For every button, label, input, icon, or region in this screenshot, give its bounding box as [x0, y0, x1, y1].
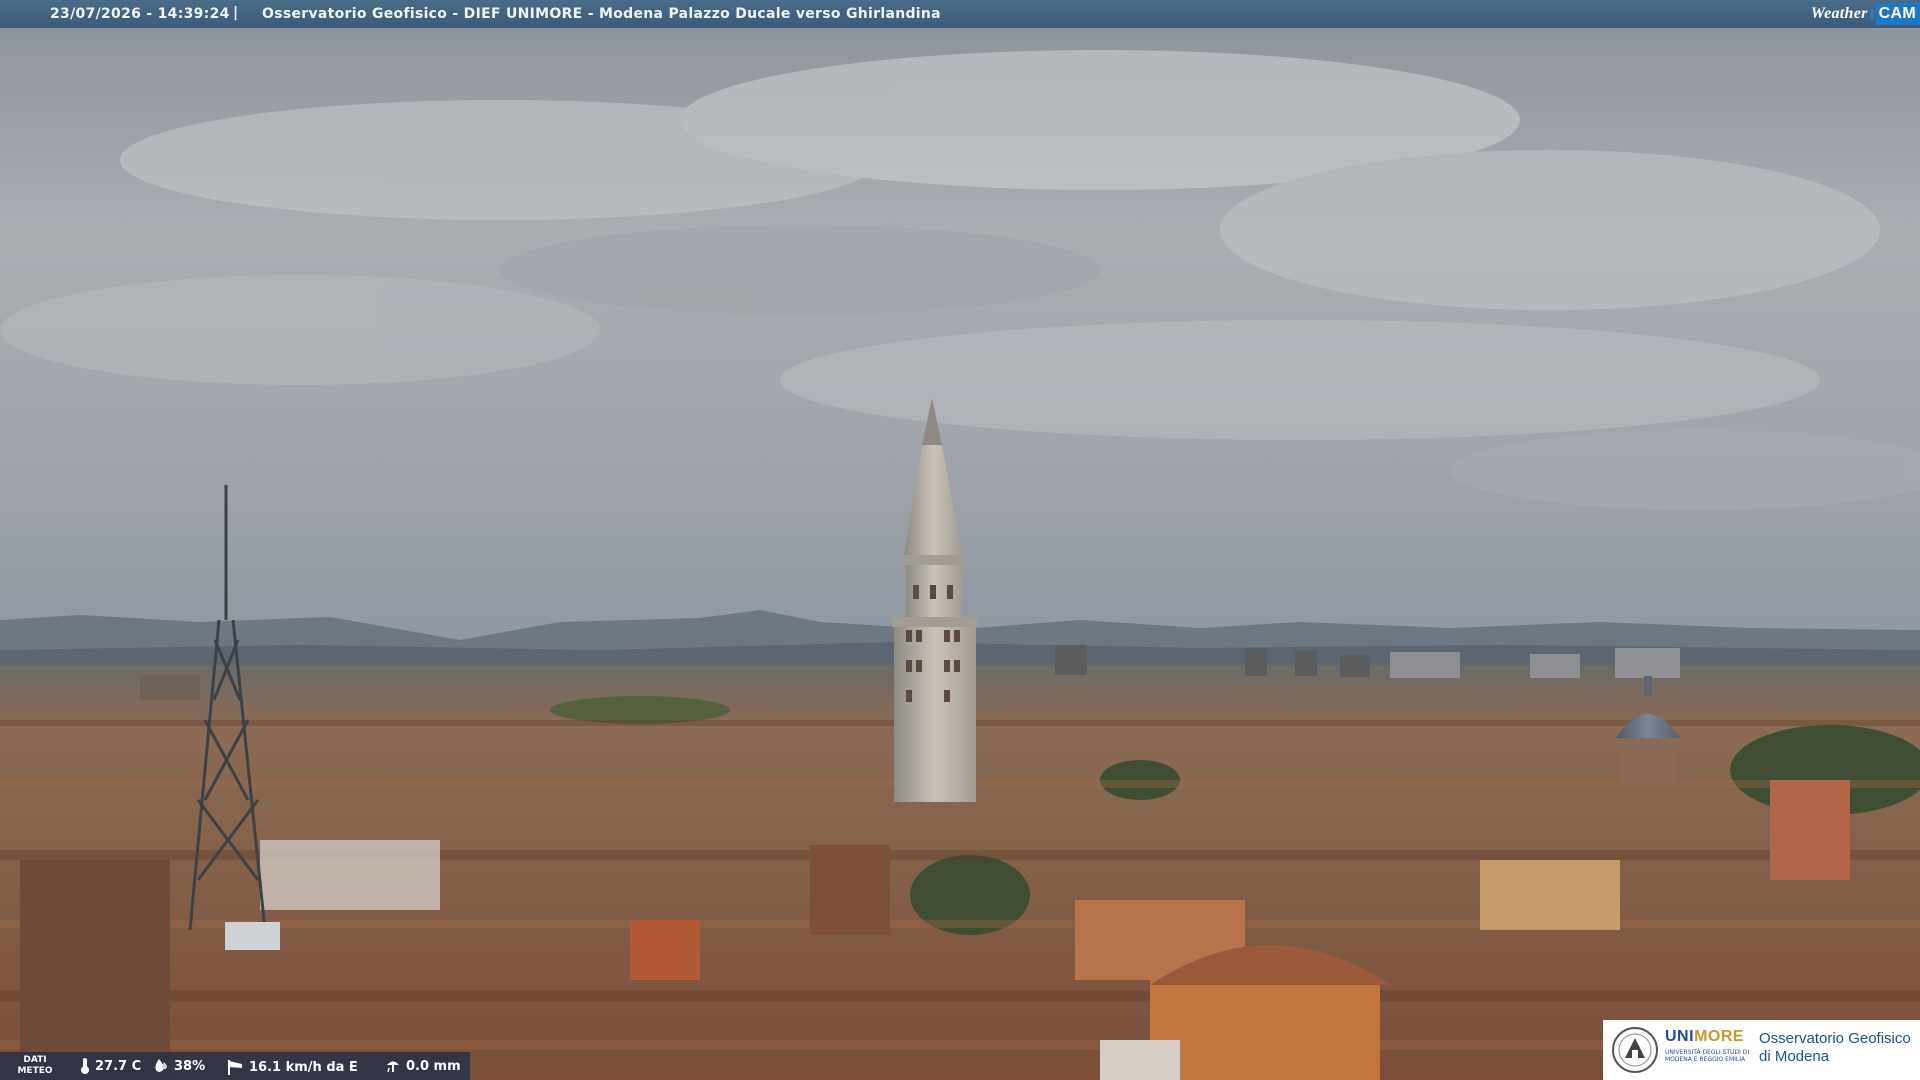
university-subtitle: UNIVERSITÀ DEGLI STUDI DI MODENA E REGGI…	[1665, 1049, 1750, 1063]
camera-title: Osservatorio Geofisico - DIEF UNIMORE - …	[262, 6, 941, 22]
rain-value: 0.0 mm	[406, 1058, 461, 1074]
thermometer-icon	[81, 1058, 89, 1074]
university-seal-icon	[1612, 1027, 1658, 1073]
timestamp: 23/07/2026 - 14:39:24	[50, 6, 230, 22]
unimore-wordmark: UNIMORE	[1665, 1028, 1744, 1046]
humidity-value: 38%	[174, 1058, 206, 1074]
temperature-value: 27.7 C	[95, 1058, 142, 1074]
unimore-logo-box: UNIMORE UNIVERSITÀ DEGLI STUDI DI MODENA…	[1603, 1020, 1920, 1080]
observatory-line1: Osservatorio Geofisico	[1759, 1030, 1911, 1047]
temperature-reading: 27.7 C	[80, 1058, 141, 1074]
brand-more: MORE	[1694, 1028, 1745, 1045]
rain-gauge-icon	[387, 1061, 399, 1073]
info-bar: 23/07/2026 - 14:39:24 | Osservatorio Geo…	[0, 0, 1920, 28]
wind-value: 16.1 km/h da E	[249, 1059, 358, 1075]
wind-sock-icon	[228, 1060, 242, 1075]
meteo-label: DATI METEO	[10, 1055, 60, 1077]
brand-uni: UNI	[1665, 1028, 1695, 1045]
wind-reading: 16.1 km/h da E	[226, 1058, 358, 1076]
observatory-name: Osservatorio Geofisico di Modena	[1759, 1030, 1911, 1066]
separator: |	[233, 5, 239, 21]
webcam-image	[0, 0, 1920, 1080]
logo-weather-text: Weather	[1810, 5, 1868, 22]
humidity-reading: 38%	[153, 1058, 205, 1074]
logo-cam-text: CAM	[1875, 3, 1920, 25]
rain-reading: 0.0 mm	[385, 1058, 461, 1074]
observatory-line2: di Modena	[1759, 1048, 1830, 1065]
humidity-drop-icon	[155, 1059, 167, 1072]
meteo-strip: DATI METEO 27.7 C 38% 16.1 km/h da E 0.0…	[0, 1052, 470, 1080]
weathercam-logo: Weather CAM	[1811, 0, 1920, 28]
meteo-label-line2: METEO	[17, 1066, 53, 1076]
logo-lens-icon	[1869, 8, 1874, 20]
meteo-label-line1: DATI	[23, 1055, 47, 1065]
